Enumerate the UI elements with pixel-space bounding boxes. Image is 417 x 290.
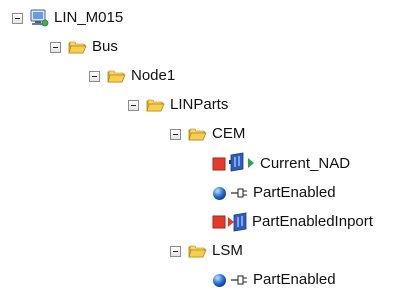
tree-node-lsm[interactable]: LSM <box>170 241 243 261</box>
connector-icon <box>230 187 248 199</box>
folder-icon <box>145 96 165 114</box>
tree-node-label: CEM <box>212 125 246 142</box>
connector-icon <box>230 274 248 286</box>
tree-node-label: Node1 <box>131 67 176 84</box>
tree-node-label: Current_NAD <box>260 155 351 172</box>
tree-node-label: Bus <box>92 38 118 55</box>
tree-node-label: LINParts <box>170 96 229 113</box>
folder-icon <box>106 67 126 85</box>
tree-node-root[interactable]: LIN_M015 <box>12 8 123 28</box>
red-arrow-module-icon <box>227 212 249 232</box>
tree-leaf-part-enabled[interactable]: PartEnabled <box>212 183 336 203</box>
tree-leaf-current-nad[interactable]: Current_NAD <box>212 152 351 176</box>
network-database-icon <box>29 8 49 28</box>
tree-leaf-part-enabled-inport[interactable]: PartEnabledInport <box>212 212 373 232</box>
tree-node-node1[interactable]: Node1 <box>89 66 175 86</box>
tree-node-label: PartEnabled <box>253 271 336 288</box>
blue-module-icon <box>228 152 246 176</box>
tree-node-label: LSM <box>212 242 243 259</box>
tree-node-cem[interactable]: CEM <box>170 124 245 144</box>
blue-ball-icon <box>212 273 227 288</box>
folder-icon <box>187 242 207 260</box>
red-square-icon <box>212 215 226 229</box>
collapse-toggle-icon[interactable] <box>170 245 181 257</box>
tree-node-label: PartEnabled <box>253 184 336 201</box>
collapse-toggle-icon[interactable] <box>50 41 61 53</box>
collapse-toggle-icon[interactable] <box>12 12 23 24</box>
collapse-toggle-icon[interactable] <box>89 70 100 82</box>
collapse-toggle-icon[interactable] <box>128 99 139 111</box>
tree-node-bus[interactable]: Bus <box>50 37 118 57</box>
green-arrow-icon <box>247 156 255 173</box>
folder-icon <box>67 38 87 56</box>
tree-node-linparts[interactable]: LINParts <box>128 95 228 115</box>
collapse-toggle-icon[interactable] <box>170 128 181 140</box>
blue-ball-icon <box>212 186 227 201</box>
tree-node-label: PartEnabledInport <box>252 213 373 230</box>
red-square-icon <box>212 157 226 171</box>
tree-leaf-part-enabled-lsm[interactable]: PartEnabled <box>212 270 336 290</box>
tree-node-label: LIN_M015 <box>54 9 124 26</box>
folder-icon <box>187 125 207 143</box>
